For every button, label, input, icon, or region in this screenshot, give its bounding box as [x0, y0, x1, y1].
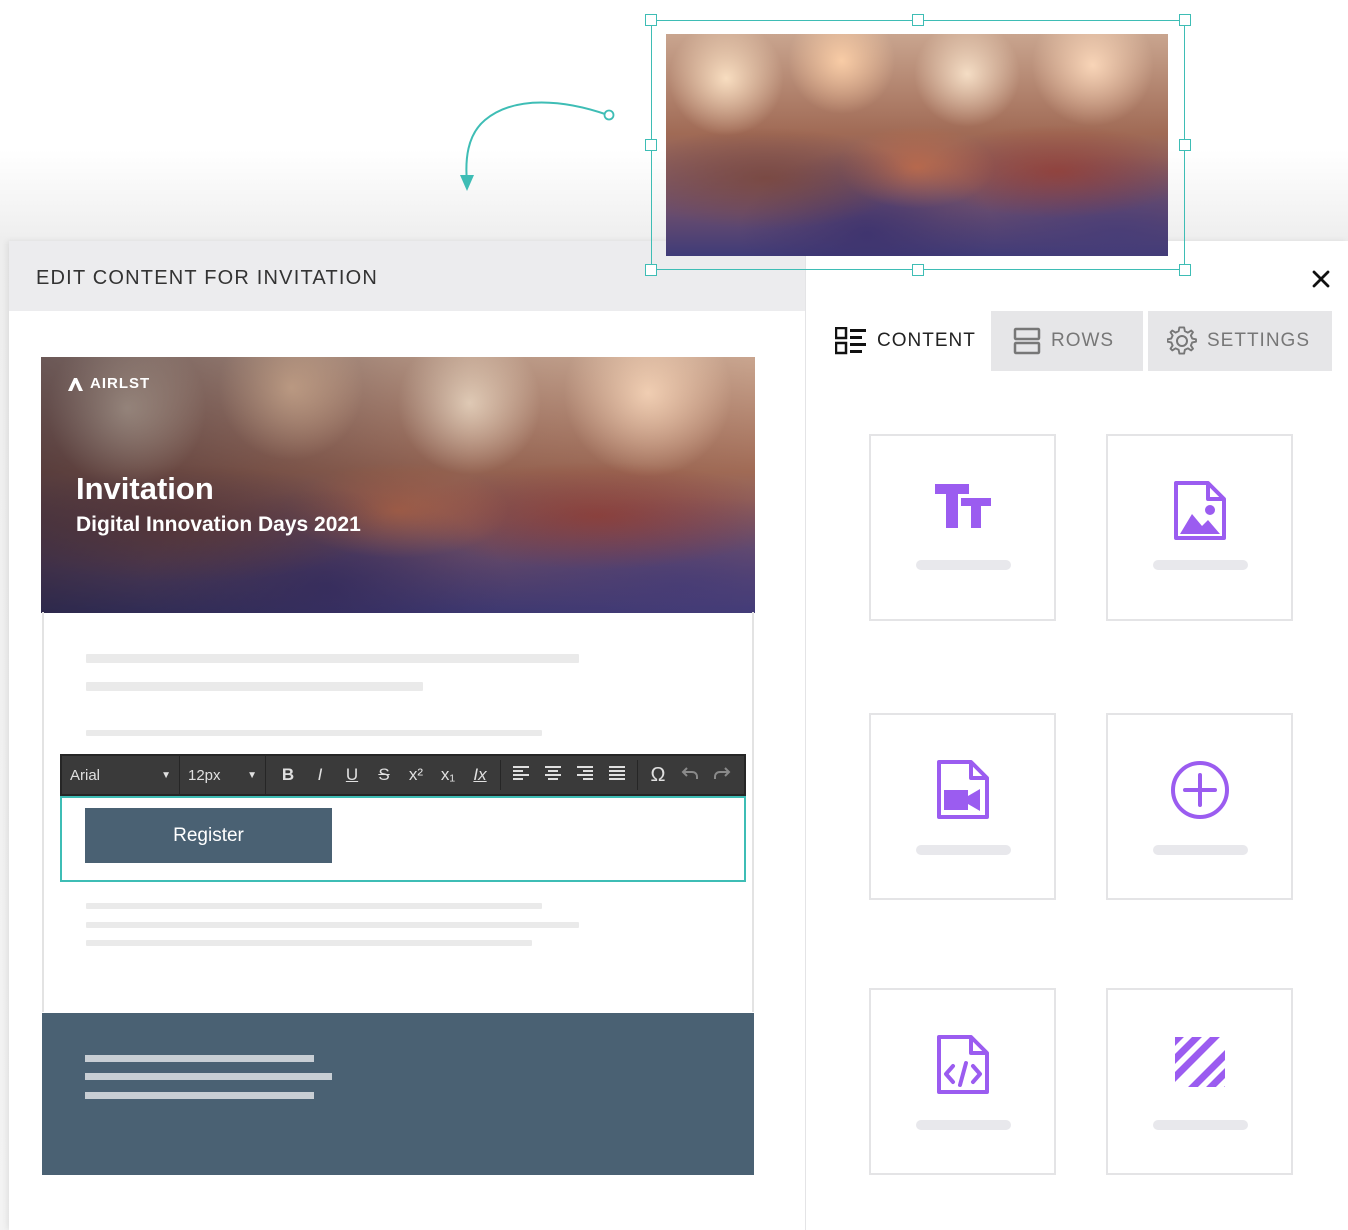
text-placeholder-line — [86, 922, 579, 928]
align-justify-button[interactable] — [601, 765, 633, 786]
toolbar-separator — [500, 760, 501, 790]
text-placeholder-line — [86, 654, 579, 663]
footer-placeholder-line — [85, 1055, 314, 1062]
align-right-icon — [577, 765, 593, 780]
italic-button[interactable]: I — [304, 765, 336, 785]
subscript-icon: x₁ — [440, 765, 456, 784]
tab-rows[interactable]: ROWS — [991, 311, 1143, 371]
special-char-button[interactable]: Ω — [642, 764, 674, 787]
email-hero: AIRLST Invitation Digital Innovation Day… — [41, 357, 755, 613]
caret-down-icon: ▼ — [161, 769, 171, 781]
bold-icon: B — [281, 765, 295, 784]
stage: EDIT CONTENT FOR INVITATION CONTENT ROWS… — [0, 0, 1348, 1230]
brand-logo-text: AIRLST — [90, 375, 151, 392]
text-block-icon — [934, 484, 991, 528]
redo-button[interactable] — [706, 765, 738, 786]
add-block-tile[interactable] — [1106, 713, 1293, 900]
add-block-icon — [1170, 761, 1229, 819]
tile-label-placeholder — [916, 1120, 1011, 1130]
image-block-tile[interactable] — [1106, 434, 1293, 621]
bold-button[interactable]: B — [272, 765, 304, 785]
resize-handle[interactable] — [645, 14, 657, 26]
tab-rows-label: ROWS — [1051, 330, 1115, 351]
resize-handle[interactable] — [1179, 14, 1191, 26]
email-title: Invitation — [76, 471, 214, 506]
font-family-value: Arial — [70, 766, 101, 784]
text-placeholder-line — [86, 903, 542, 909]
gear-icon — [1167, 326, 1197, 356]
superscript-button[interactable]: x² — [400, 765, 432, 785]
rich-text-toolbar: Arial ▼ 12px ▼ B I U S x² x₁ Ix Ω — [60, 754, 746, 796]
tile-label-placeholder — [916, 845, 1011, 855]
tile-label-placeholder — [1153, 560, 1248, 570]
redo-icon — [714, 766, 731, 779]
italic-icon: I — [317, 765, 323, 784]
email-subtitle: Digital Innovation Days 2021 — [76, 513, 361, 536]
close-icon — [1312, 270, 1330, 288]
resize-handle[interactable] — [912, 14, 924, 26]
align-center-button[interactable] — [537, 765, 569, 786]
register-button[interactable]: Register — [85, 808, 332, 863]
drag-arrow-icon — [460, 101, 615, 191]
tile-label-placeholder — [916, 560, 1011, 570]
email-footer — [42, 1013, 754, 1175]
resize-handle[interactable] — [1179, 264, 1191, 276]
brand-logo: AIRLST — [67, 375, 150, 392]
footer-placeholder-line — [85, 1092, 314, 1099]
logo-icon — [68, 377, 83, 391]
font-family-select[interactable]: Arial ▼ — [62, 756, 180, 794]
panel-title: EDIT CONTENT FOR INVITATION — [36, 267, 379, 289]
tile-label-placeholder — [1153, 845, 1248, 855]
resize-handle[interactable] — [645, 264, 657, 276]
dragged-image — [666, 34, 1168, 256]
clear-format-icon: Ix — [473, 765, 487, 784]
strikethrough-button[interactable]: S — [368, 765, 400, 785]
subscript-button[interactable]: x₁ — [432, 765, 464, 785]
tab-content-label: CONTENT — [877, 330, 976, 351]
text-block-tile[interactable] — [869, 434, 1056, 621]
undo-button[interactable] — [674, 765, 706, 786]
tab-settings[interactable]: SETTINGS — [1148, 311, 1332, 371]
html-block-tile[interactable] — [869, 988, 1056, 1175]
divider-block-icon — [1174, 1037, 1225, 1087]
video-block-tile[interactable] — [869, 713, 1056, 900]
image-block-icon — [1173, 481, 1226, 540]
align-left-button[interactable] — [505, 765, 537, 786]
font-size-select[interactable]: 12px ▼ — [180, 756, 266, 794]
undo-icon — [681, 766, 698, 779]
panel-divider — [805, 241, 806, 1230]
tab-settings-label: SETTINGS — [1207, 330, 1311, 351]
align-right-button[interactable] — [569, 765, 601, 786]
align-justify-icon — [609, 765, 625, 780]
content-list-icon — [835, 327, 867, 355]
align-left-icon — [513, 765, 529, 780]
tab-content[interactable]: CONTENT — [835, 311, 991, 371]
text-placeholder-line — [86, 730, 542, 736]
rows-icon — [1013, 327, 1041, 355]
underline-icon: U — [345, 765, 359, 784]
caret-down-icon: ▼ — [247, 769, 257, 781]
omega-icon: Ω — [650, 763, 666, 786]
strikethrough-icon: S — [378, 765, 390, 784]
video-block-icon — [936, 760, 989, 819]
divider-block-tile[interactable] — [1106, 988, 1293, 1175]
dragged-image-block[interactable] — [645, 14, 1191, 276]
footer-placeholder-line — [85, 1073, 332, 1080]
close-button[interactable] — [1309, 267, 1333, 291]
tile-label-placeholder — [1153, 1120, 1248, 1130]
superscript-icon: x² — [408, 765, 424, 784]
html-block-icon — [936, 1035, 989, 1094]
text-placeholder-line — [86, 682, 423, 691]
underline-button[interactable]: U — [336, 765, 368, 785]
toolbar-separator — [637, 760, 638, 790]
clear-format-button[interactable]: Ix — [464, 765, 496, 785]
edit-content-panel: EDIT CONTENT FOR INVITATION CONTENT ROWS… — [9, 241, 1348, 1230]
text-placeholder-line — [86, 940, 532, 946]
resize-handle[interactable] — [1179, 139, 1191, 151]
align-center-icon — [545, 765, 561, 780]
resize-handle[interactable] — [645, 139, 657, 151]
resize-handle[interactable] — [912, 264, 924, 276]
font-size-value: 12px — [188, 766, 221, 784]
